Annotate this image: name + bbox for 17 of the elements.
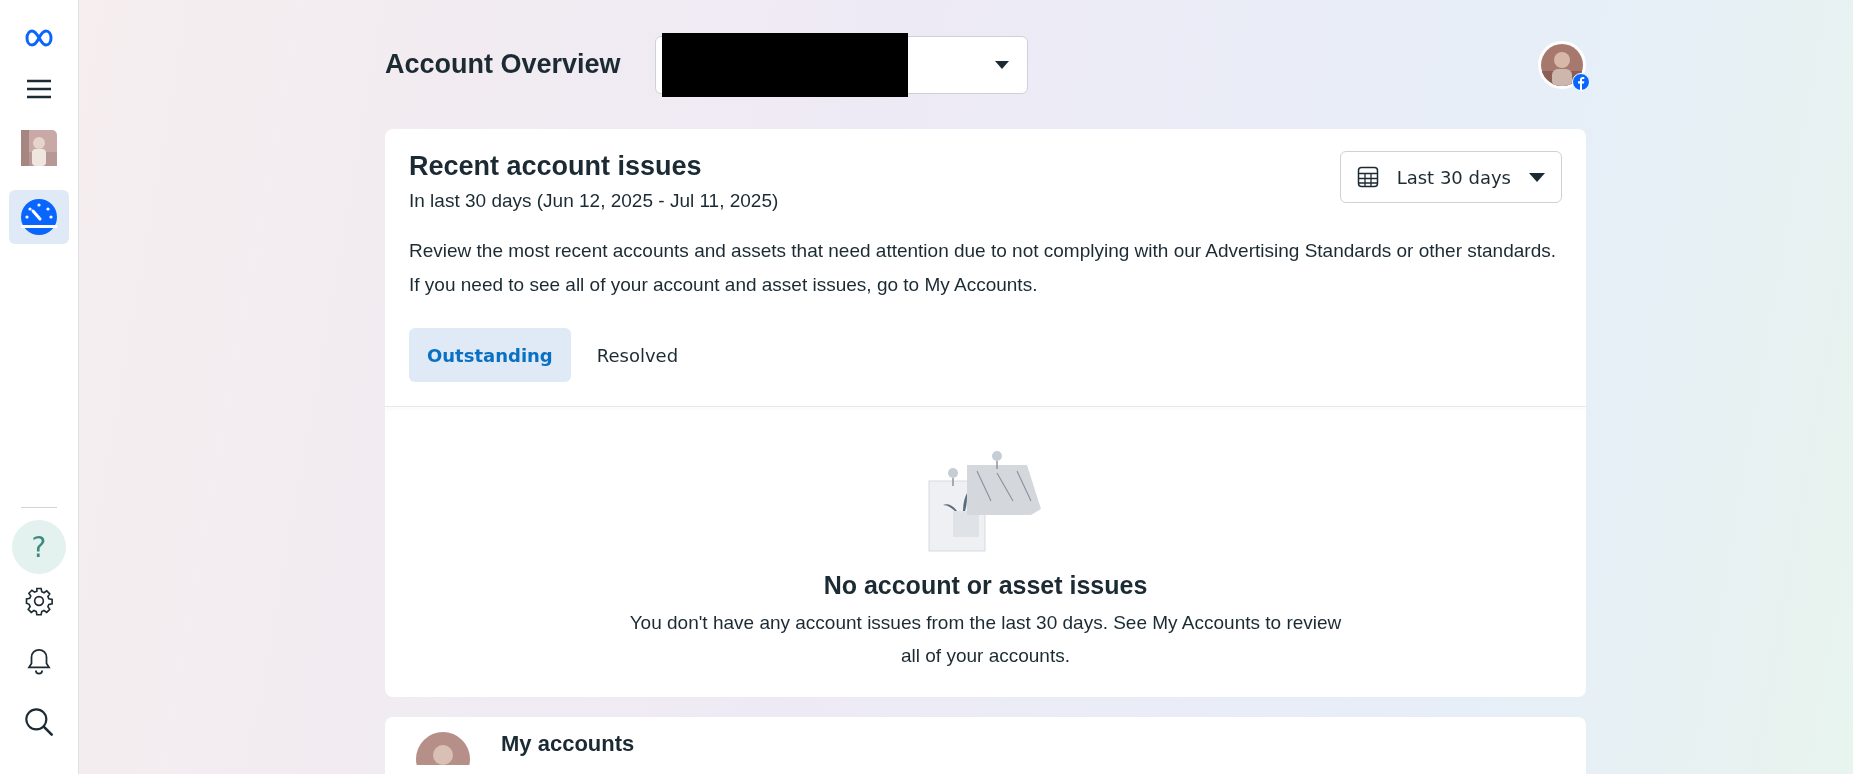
help-button[interactable]: ?	[12, 520, 66, 574]
card-title: My accounts	[501, 731, 635, 757]
card-title: Recent account issues	[409, 151, 703, 182]
page-title: Account Overview	[385, 49, 621, 80]
date-range-text: In last 30 days (Jun 12, 2025 - Jul 11, 2025)	[409, 190, 779, 212]
account-dropdown[interactable]	[654, 35, 1028, 94]
dashboard-icon[interactable]	[9, 190, 69, 244]
empty-state-title: No account or asset issues	[823, 571, 1148, 600]
filter-tab[interactable]: Outstanding	[409, 328, 571, 382]
caret-icon	[1529, 172, 1545, 182]
calendar-icon	[1356, 166, 1379, 188]
date-range-dropdown[interactable]: Last 30 days	[1339, 151, 1562, 203]
filter-tab[interactable]: Resolved	[578, 328, 697, 382]
caret-icon	[994, 60, 1009, 69]
empty-state-text: You don't have any account issues from the last 30 days. See My Accounts to review all of your accounts.	[628, 611, 1343, 668]
description-text: Review the most recent accounts and assets that need attention due to not complying with our Advertising Standards or other standards. If you need to see all of your account and asset issues, go to My Accounts.	[409, 239, 1557, 297]
facebook-badge-icon	[1572, 72, 1590, 91]
